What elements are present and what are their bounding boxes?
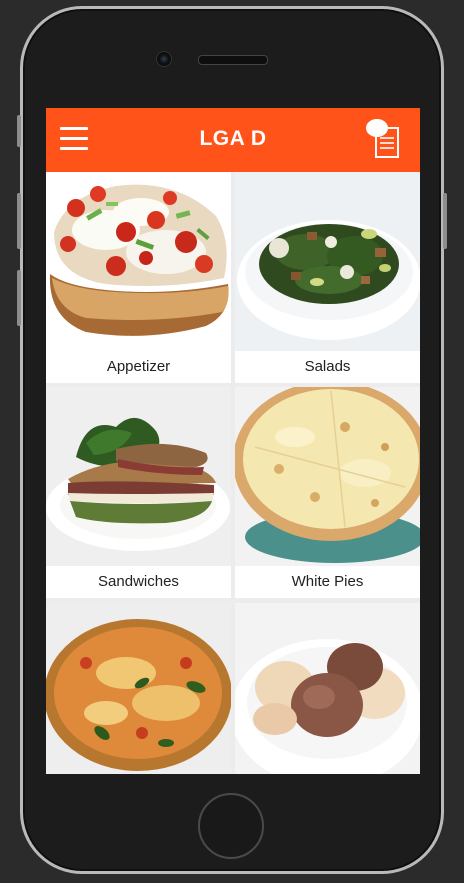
kale-salad-photo	[235, 172, 420, 351]
order-document-icon[interactable]	[362, 118, 406, 162]
mute-switch	[17, 115, 21, 147]
category-tile-salads[interactable]: Salads	[235, 172, 420, 383]
category-label-appetizer: Appetizer	[46, 351, 231, 383]
volume-down-button	[17, 270, 21, 326]
category-label-sandwiches: Sandwiches	[46, 566, 231, 598]
volume-up-button	[17, 193, 21, 249]
category-tile-gelato[interactable]	[235, 603, 420, 774]
margherita-pizza-photo	[46, 603, 231, 774]
white-pizza-photo	[235, 387, 420, 566]
hamburger-menu-icon[interactable]	[60, 125, 90, 155]
category-label-salads: Salads	[235, 351, 420, 383]
app-header: LGA D	[46, 108, 420, 172]
front-camera	[156, 51, 172, 67]
category-tile-appetizer[interactable]: Appetizer	[46, 172, 231, 383]
earpiece-speaker	[198, 55, 268, 65]
category-tile-margherita[interactable]	[46, 603, 231, 774]
panini-photo	[46, 387, 231, 566]
app-screen: LGA D Appetizer Salads Sandwiches White …	[46, 108, 420, 774]
gelato-photo	[235, 603, 420, 774]
power-button	[443, 193, 447, 249]
category-tile-sandwiches[interactable]: Sandwiches	[46, 387, 231, 598]
home-button[interactable]	[198, 793, 264, 859]
category-tile-white-pies[interactable]: White Pies	[235, 387, 420, 598]
page-title: LGA D	[199, 127, 267, 150]
menu-category-grid: Appetizer Salads Sandwiches White Pies	[46, 172, 420, 774]
bruschetta-photo	[46, 172, 231, 351]
category-label-white-pies: White Pies	[235, 566, 420, 598]
